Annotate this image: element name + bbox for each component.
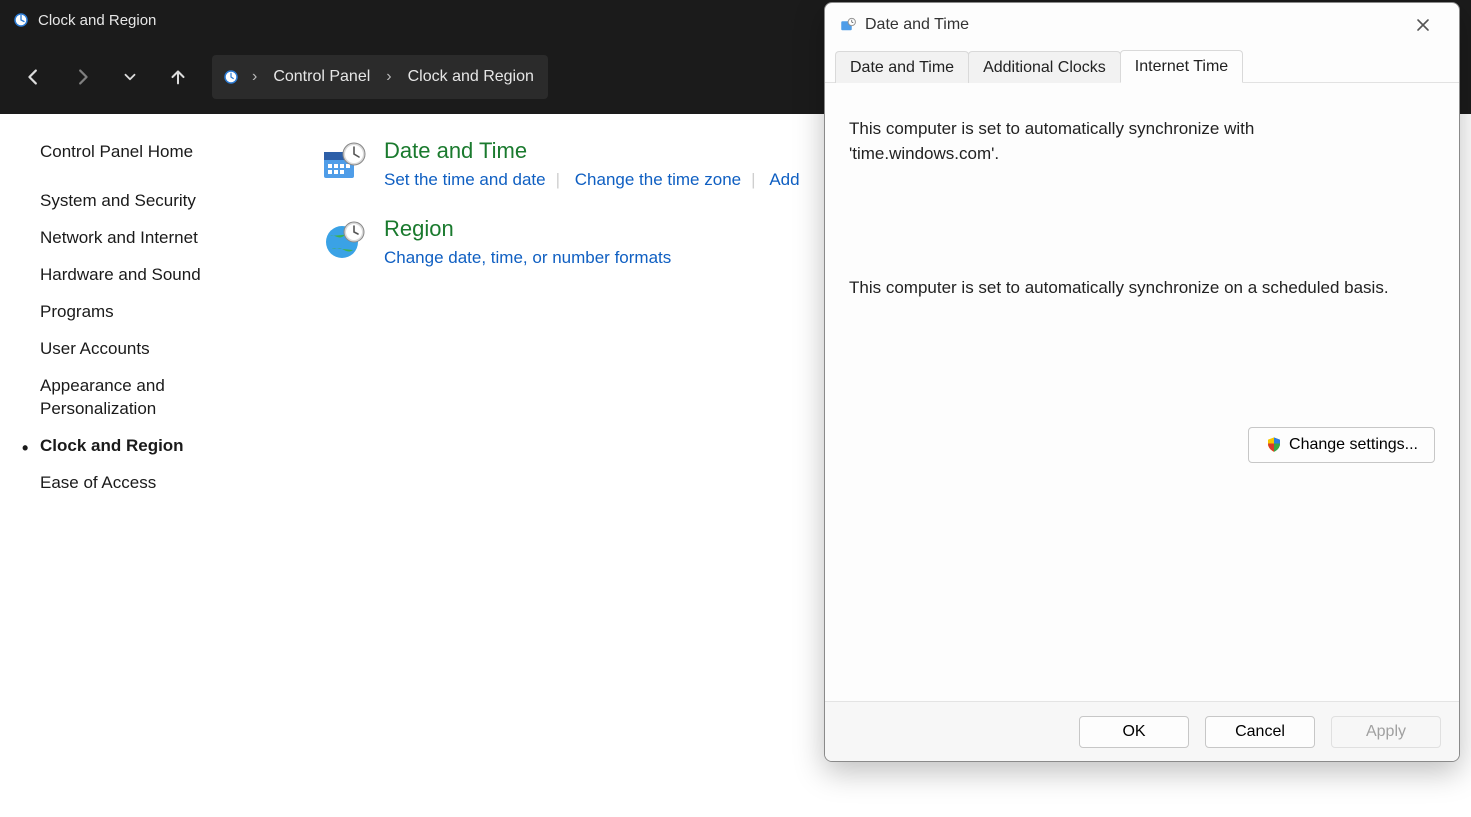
sidebar-item-system-security[interactable]: System and Security (40, 190, 270, 213)
tab-date-time[interactable]: Date and Time (835, 51, 969, 83)
sidebar-item-network-internet[interactable]: Network and Internet (40, 227, 270, 250)
breadcrumb-current[interactable]: Clock and Region (404, 66, 538, 88)
sidebar-item-ease-of-access[interactable]: Ease of Access (40, 472, 270, 495)
internet-time-status-1: This computer is set to automatically sy… (849, 117, 1409, 166)
dialog-button-row: OK Cancel Apply (825, 701, 1459, 761)
category-links-date-time: Set the time and date| Change the time z… (384, 170, 800, 190)
globe-clock-icon (320, 216, 368, 264)
tab-additional-clocks[interactable]: Additional Clocks (968, 51, 1121, 83)
address-bar[interactable]: › Control Panel › Clock and Region (212, 55, 548, 99)
control-panel-icon (222, 68, 240, 86)
link-add-clocks[interactable]: Add (769, 170, 799, 189)
link-change-time-zone[interactable]: Change the time zone (575, 170, 741, 189)
back-button[interactable] (12, 55, 56, 99)
chevron-right-icon: › (248, 68, 261, 86)
change-settings-label: Change settings... (1289, 436, 1418, 454)
window-title: Clock and Region (38, 12, 156, 29)
category-links-region: Change date, time, or number formats (384, 248, 671, 268)
uac-shield-icon (1265, 436, 1283, 454)
sidebar-item-clock-region[interactable]: Clock and Region (40, 435, 270, 458)
date-time-dialog: Date and Time Date and Time Additional C… (824, 2, 1460, 762)
tab-internet-time[interactable]: Internet Time (1120, 50, 1243, 83)
calendar-clock-icon (320, 138, 368, 186)
tab-content-internet-time: This computer is set to automatically sy… (825, 83, 1459, 701)
internet-time-status-2: This computer is set to automatically sy… (849, 276, 1409, 301)
clock-icon (12, 11, 30, 29)
sidebar-item-programs[interactable]: Programs (40, 301, 270, 324)
sidebar: Control Panel Home System and Security N… (0, 114, 290, 817)
cancel-button[interactable]: Cancel (1205, 716, 1315, 748)
recent-locations-button[interactable] (108, 55, 152, 99)
apply-button[interactable]: Apply (1331, 716, 1441, 748)
forward-button[interactable] (60, 55, 104, 99)
category-title-region[interactable]: Region (384, 216, 671, 242)
dialog-titlebar[interactable]: Date and Time (825, 3, 1459, 47)
sidebar-home[interactable]: Control Panel Home (40, 142, 270, 162)
link-set-time-date[interactable]: Set the time and date (384, 170, 546, 189)
category-title-date-time[interactable]: Date and Time (384, 138, 800, 164)
dialog-title: Date and Time (865, 16, 969, 34)
sidebar-item-user-accounts[interactable]: User Accounts (40, 338, 270, 361)
breadcrumb-root[interactable]: Control Panel (269, 66, 374, 88)
link-change-formats[interactable]: Change date, time, or number formats (384, 248, 671, 267)
dialog-tabs: Date and Time Additional Clocks Internet… (825, 47, 1459, 83)
change-settings-button[interactable]: Change settings... (1248, 427, 1435, 463)
up-button[interactable] (156, 55, 200, 99)
dialog-close-button[interactable] (1401, 10, 1445, 40)
chevron-right-icon: › (382, 68, 395, 86)
sidebar-list: System and Security Network and Internet… (40, 190, 270, 494)
ok-button[interactable]: OK (1079, 716, 1189, 748)
dialog-icon (839, 16, 857, 34)
sidebar-item-hardware-sound[interactable]: Hardware and Sound (40, 264, 270, 287)
sidebar-item-appearance[interactable]: Appearance and Personalization (40, 375, 270, 421)
